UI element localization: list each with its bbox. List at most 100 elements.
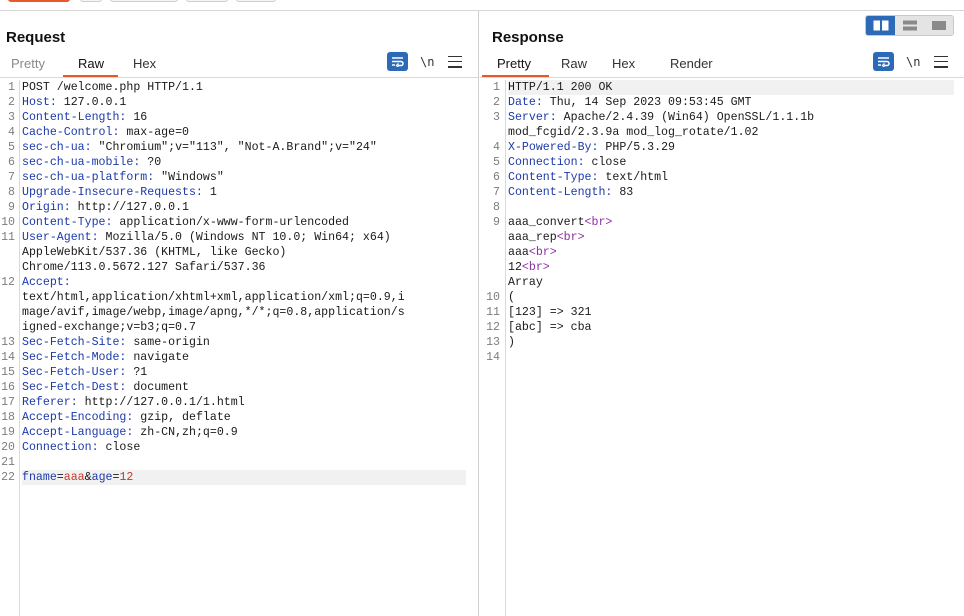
code-token: sec-ch-ua:	[22, 141, 92, 154]
code-line: 5 Connection: close	[480, 155, 964, 170]
code-token: Chrome/113.0.5672.127 Safari/537.36	[22, 261, 266, 274]
code-token: Origin:	[22, 201, 71, 214]
response-tab-render[interactable]: Render	[657, 53, 727, 77]
code-token: same-origin	[126, 336, 210, 349]
response-editor[interactable]: 1 HTTP/1.1 200 OK 2 Date: Thu, 14 Sep 2023 …	[480, 80, 964, 616]
code-line: 14	[480, 350, 964, 365]
send-button[interactable]	[8, 0, 70, 2]
code-token: Array	[508, 276, 543, 289]
code-line: 5 sec-ch-ua: "Chromium";v="113", "Not-A.B…	[0, 140, 478, 155]
menu-icon[interactable]	[448, 55, 462, 68]
code-line: 11 [123] => 321	[480, 305, 964, 320]
line-content: aaa_rep<br>	[508, 230, 585, 245]
code-token: aaa	[63, 471, 85, 484]
line-content: Content-Type: text/html	[508, 170, 668, 185]
word-wrap-icon[interactable]	[387, 52, 408, 71]
code-line: 4 Cache-Control: max-age=0	[0, 125, 478, 140]
code-line: 8	[480, 200, 964, 215]
code-token: Content-Length:	[508, 186, 613, 199]
request-tab-raw[interactable]: Raw	[63, 53, 118, 77]
code-line: 20 Connection: close	[0, 440, 478, 455]
code-token: X-Powered-By:	[508, 141, 599, 154]
code-token: Sec-Fetch-Mode:	[22, 351, 127, 364]
request-tab-divider	[0, 77, 478, 78]
line-content: Content-Length: 16	[22, 110, 147, 125]
response-tab-hex[interactable]: Hex	[599, 53, 657, 77]
line-content: Content-Length: 83	[508, 185, 633, 200]
code-token: Apache/2.4.39 (Win64) OpenSSL/1.1.1b	[556, 111, 815, 124]
code-line: mod_fcgid/2.3.9a mod_log_rotate/1.02	[480, 125, 964, 140]
code-token: Thu, 14 Sep 2023 09:53:45 GMT	[542, 96, 752, 109]
line-content: mage/avif,image/webp,image/apng,*/*;q=0.…	[22, 305, 405, 320]
line-number: 12	[1, 276, 15, 289]
request-tab-hex[interactable]: Hex	[118, 53, 178, 77]
code-token: PHP/5.3.29	[598, 141, 675, 154]
word-wrap-icon[interactable]	[873, 52, 894, 71]
code-token: [123] => 321	[508, 306, 592, 319]
history-nav-button[interactable]	[110, 0, 178, 2]
code-token: aaa_convert	[508, 216, 585, 229]
history-forward-button[interactable]	[236, 0, 276, 2]
line-number: 14	[1, 351, 15, 364]
code-token: "Chromium";v="113", "Not-A.Brand";v="24"	[91, 141, 377, 154]
line-content: Accept-Encoding: gzip, deflate	[22, 410, 231, 425]
cancel-button[interactable]	[80, 0, 102, 2]
line-content: HTTP/1.1 200 OK	[508, 80, 954, 95]
code-line: Array	[480, 275, 964, 290]
code-line: 18 Accept-Encoding: gzip, deflate	[0, 410, 478, 425]
line-content: fname=aaa&age=12	[22, 470, 466, 485]
line-number: 16	[1, 381, 15, 394]
code-line: 13 Sec-Fetch-Site: same-origin	[0, 335, 478, 350]
code-line: 1 HTTP/1.1 200 OK	[480, 80, 964, 95]
line-content: Sec-Fetch-Dest: document	[22, 380, 189, 395]
code-token: Content-Type:	[508, 171, 599, 184]
code-token: 83	[612, 186, 634, 199]
code-token: Date:	[508, 96, 543, 109]
response-tab-pretty[interactable]: Pretty	[482, 53, 549, 77]
menu-icon[interactable]	[934, 55, 948, 68]
code-token: Cache-Control:	[22, 126, 120, 139]
code-token: age	[91, 471, 113, 484]
line-content: Content-Type: application/x-www-form-url…	[22, 215, 349, 230]
code-token: zh-CN,zh;q=0.9	[133, 426, 238, 439]
request-tab-pretty[interactable]: Pretty	[0, 53, 63, 77]
code-token: <br>	[528, 246, 557, 259]
code-line: 14 Sec-Fetch-Mode: navigate	[0, 350, 478, 365]
response-tabs: Pretty Raw Hex Render	[482, 53, 727, 77]
code-line: 1 POST /welcome.php HTTP/1.1	[0, 80, 478, 95]
line-content: [123] => 321	[508, 305, 592, 320]
line-number: 8	[8, 186, 15, 199]
code-line: 12 [abc] => cba	[480, 320, 964, 335]
line-content: sec-ch-ua: "Chromium";v="113", "Not-A.Br…	[22, 140, 377, 155]
line-number: 7	[8, 171, 15, 184]
code-line: 16 Sec-Fetch-Dest: document	[0, 380, 478, 395]
line-number: 18	[1, 411, 15, 424]
code-line: 2 Host: 127.0.0.1	[0, 95, 478, 110]
code-token: Accept-Language:	[22, 426, 134, 439]
request-tools: \n	[387, 52, 462, 71]
request-editor[interactable]: 1 POST /welcome.php HTTP/1.1 2 Host: 127.0.…	[0, 80, 478, 616]
code-token: Accept-Encoding:	[22, 411, 134, 424]
code-token: sec-ch-ua-mobile:	[22, 156, 141, 169]
history-back-button[interactable]	[186, 0, 228, 2]
line-number: 8	[493, 201, 500, 214]
code-line: 4 X-Powered-By: PHP/5.3.29	[480, 140, 964, 155]
code-token: ?0	[140, 156, 162, 169]
line-number: 1	[493, 81, 500, 94]
newline-toggle-button[interactable]: \n	[906, 55, 926, 69]
code-token: sec-ch-ua-platform:	[22, 171, 155, 184]
code-line: igned-exchange;v=b3;q=0.7	[0, 320, 478, 335]
response-tab-raw[interactable]: Raw	[549, 53, 599, 77]
line-content: Host: 127.0.0.1	[22, 95, 126, 110]
code-token: Content-Type:	[22, 216, 113, 229]
code-line: 10 (	[480, 290, 964, 305]
line-number: 6	[493, 171, 500, 184]
line-number: 2	[493, 96, 500, 109]
line-number: 22	[1, 471, 15, 484]
code-line: text/html,application/xhtml+xml,applicat…	[0, 290, 478, 305]
newline-toggle-button[interactable]: \n	[420, 55, 440, 69]
code-token: Upgrade-Insecure-Requests:	[22, 186, 203, 199]
code-token: fname	[22, 471, 57, 484]
line-content: Sec-Fetch-Site: same-origin	[22, 335, 210, 350]
line-number: 10	[1, 216, 15, 229]
